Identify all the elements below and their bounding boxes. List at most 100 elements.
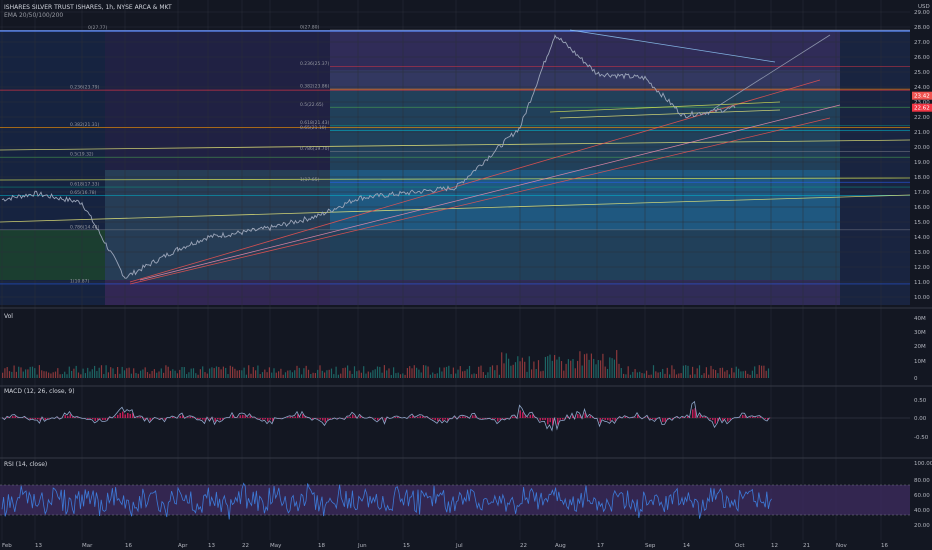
price-tag-label: 23.42 — [914, 94, 930, 100]
macd-histogram-bar — [652, 418, 654, 419]
macd-histogram-bar — [242, 414, 244, 418]
volume-bar — [666, 367, 668, 378]
macd-histogram-bar — [92, 418, 94, 420]
macd-histogram-bar — [34, 418, 36, 420]
macd-histogram-bar — [702, 417, 704, 418]
fib-label: 1(10.87) — [70, 278, 90, 284]
volume-bar — [117, 367, 119, 378]
background-band — [840, 30, 910, 305]
volume-bar — [639, 371, 641, 378]
volume-bar — [590, 353, 592, 378]
volume-bar — [554, 355, 556, 378]
volume-bar — [20, 367, 22, 378]
macd-histogram-bar — [699, 414, 701, 418]
volume-bar — [491, 365, 494, 378]
volume-bar — [432, 372, 434, 378]
fib-zone-green — [0, 230, 105, 280]
macd-histogram-bar — [122, 411, 124, 418]
volume-bar — [340, 373, 342, 378]
volume-bar — [418, 369, 420, 378]
volume-bar — [80, 374, 82, 378]
volume-bar — [754, 366, 756, 378]
volume-bar — [202, 366, 204, 378]
macd-histogram-bar — [497, 418, 499, 422]
volume-bar — [84, 373, 86, 378]
volume-bar — [687, 365, 689, 378]
macd-histogram-bar — [419, 415, 421, 418]
volume-bar — [146, 372, 149, 378]
volume-bar — [57, 368, 59, 378]
volume-bar — [328, 369, 330, 378]
volume-bar — [245, 374, 247, 378]
volume-bar — [673, 369, 675, 378]
macd-histogram-bar — [634, 417, 636, 418]
macd-histogram-bar — [37, 418, 39, 420]
time-axis-label: May — [270, 543, 282, 549]
volume-bar — [549, 354, 551, 378]
volume-bar — [6, 367, 8, 378]
macd-histogram-bar — [502, 418, 504, 419]
volume-bar — [186, 374, 188, 378]
volume-bar — [227, 374, 229, 378]
macd-histogram-bar — [664, 418, 666, 422]
volume-bar — [439, 367, 441, 378]
volume-bar — [326, 370, 328, 378]
volume-bar — [307, 369, 310, 378]
volume-bar — [54, 371, 57, 378]
volume-bar — [705, 367, 707, 378]
volume-bar — [563, 370, 565, 378]
volume-bar — [669, 374, 671, 378]
volume-bar — [199, 369, 201, 378]
volume-bar — [294, 370, 296, 378]
price-tick-label: 15.00 — [914, 220, 930, 226]
volume-bar — [229, 365, 231, 378]
volume-bar — [455, 373, 457, 378]
macd-histogram-bar — [752, 416, 754, 418]
volume-bar — [257, 365, 259, 378]
volume-bar — [402, 373, 404, 378]
macd-histogram-bar — [269, 418, 271, 420]
volume-bar — [485, 374, 487, 378]
volume-bar — [719, 367, 721, 378]
volume-bar — [694, 374, 696, 378]
volume-bar — [312, 372, 314, 378]
time-axis-label: Jun — [357, 543, 367, 549]
volume-bar — [503, 363, 505, 378]
macd-histogram-bar — [459, 416, 461, 418]
macd-histogram-bar — [94, 418, 96, 421]
macd-histogram-bar — [257, 418, 259, 419]
macd-title: MACD (12, 26, close, 9) — [4, 388, 75, 395]
volume-bar — [128, 367, 130, 378]
volume-bar — [494, 370, 496, 378]
volume-bar — [372, 370, 374, 378]
volume-bar — [611, 358, 613, 378]
time-axis-label: Apr — [178, 543, 188, 549]
volume-bar — [232, 366, 234, 378]
volume-bar — [190, 368, 192, 378]
volume-bar — [268, 367, 270, 378]
macd-histogram-bar — [119, 412, 121, 418]
chart-canvas: 0(27.77) 0.236(23.79) 0.382(21.31) 0.5(19.3… — [0, 0, 932, 550]
volume-bar — [540, 371, 542, 378]
volume-bar — [393, 367, 395, 378]
macd-histogram-bar — [549, 418, 551, 423]
volume-bar — [211, 367, 213, 378]
volume-bar — [376, 366, 379, 378]
time-axis-label: Mar — [82, 543, 93, 549]
volume-bar — [542, 370, 544, 378]
macd-histogram-bar — [262, 418, 264, 420]
macd-histogram-bar — [547, 418, 549, 425]
time-axis-label: Nov — [836, 543, 847, 549]
macd-histogram-bar — [139, 416, 141, 418]
volume-bar — [574, 368, 576, 378]
volume-bar — [420, 372, 422, 378]
macd-histogram-bar — [709, 418, 711, 420]
volume-bar — [735, 366, 737, 378]
macd-histogram-bar — [329, 418, 331, 419]
volume-bar — [597, 360, 599, 378]
volume-bar — [126, 368, 128, 378]
macd-histogram-bar — [539, 418, 541, 421]
volume-bar — [675, 374, 678, 378]
ema-legend: EMA 20/50/100/200 — [4, 12, 64, 19]
volume-bar — [680, 373, 682, 378]
